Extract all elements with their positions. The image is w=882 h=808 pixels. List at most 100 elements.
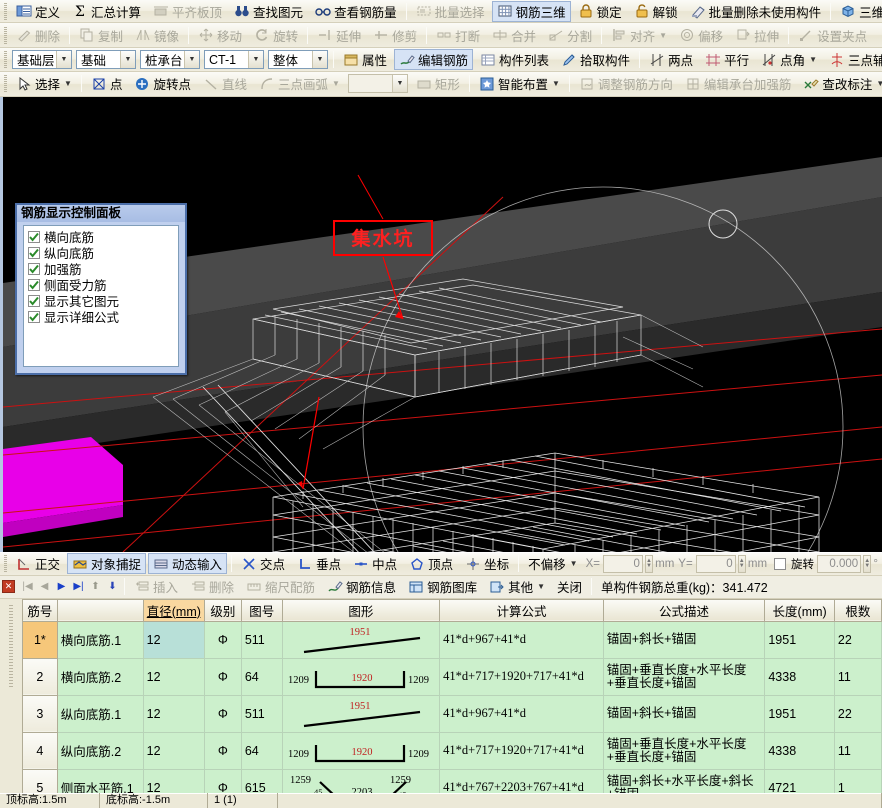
move-up-button[interactable]: ⬆: [87, 578, 104, 595]
edit-set-grip-point-button[interactable]: 设置夹点: [793, 25, 872, 46]
toolbar-grip[interactable]: [4, 75, 7, 92]
cell-grade[interactable]: Φ: [205, 658, 242, 695]
cell-diameter[interactable]: 12: [143, 732, 204, 769]
component-list-button[interactable]: 构件列表: [475, 49, 554, 70]
cell-grade[interactable]: Φ: [205, 732, 242, 769]
cell-figure[interactable]: 1951: [282, 621, 439, 658]
rotate-point-tool-button[interactable]: 旋转点: [129, 73, 196, 94]
cell-length[interactable]: 4721: [765, 769, 835, 793]
cell-figure-number[interactable]: 615: [241, 769, 282, 793]
col-header-formula[interactable]: 计算公式: [440, 599, 604, 621]
edit-copy-button[interactable]: 复制: [74, 25, 128, 46]
close-panel-button[interactable]: 关闭: [552, 576, 587, 597]
edit-cap-rebar-button[interactable]: 编辑承台加强筋: [680, 73, 797, 94]
rebar-display-control-panel[interactable]: 钢筋显示控制面板 横向底筋 纵向底筋 加强筋 侧面受力筋: [15, 203, 187, 375]
cell-formula[interactable]: 41*d+967+41*d: [440, 621, 604, 658]
edit-offset-button[interactable]: 偏移: [674, 25, 728, 46]
y-coord-input[interactable]: 0: [696, 555, 736, 573]
properties-button[interactable]: 属性: [338, 49, 392, 70]
scale-rebar-button[interactable]: 缩尺配筋: [241, 576, 320, 597]
cell-length[interactable]: 1951: [765, 621, 835, 658]
cell-figure-number[interactable]: 64: [241, 732, 282, 769]
y-coord-stepper[interactable]: ▲▼: [738, 555, 746, 573]
checkbox-show-detailed-formula[interactable]: [28, 311, 40, 323]
toolbar-grip[interactable]: [4, 51, 7, 68]
snap-vertex-button[interactable]: 顶点: [404, 553, 458, 574]
toolbar-unlock-button[interactable]: 解锁: [629, 1, 683, 22]
check-annotation-button[interactable]: 查改标注 ▼: [798, 73, 882, 94]
cell-length[interactable]: 1951: [765, 695, 835, 732]
col-header-figure[interactable]: 图形: [282, 599, 439, 621]
col-header-name[interactable]: [57, 599, 143, 621]
cell-figure[interactable]: 1951: [282, 695, 439, 732]
component-type-selector[interactable]: 桩承台 ▼: [140, 50, 200, 69]
chevron-down-icon[interactable]: ▼: [659, 31, 667, 40]
cell-rebar-name[interactable]: 纵向底筋.1: [57, 695, 143, 732]
chevron-down-icon[interactable]: ▼: [312, 51, 327, 68]
checkbox-row[interactable]: 显示详细公式: [28, 309, 176, 325]
cell-figure[interactable]: 1259 45 2203 1259 45: [282, 769, 439, 793]
offset-mode-selector[interactable]: 不偏移 ▼: [523, 553, 582, 574]
rectangle-tool-button[interactable]: 矩形: [411, 73, 465, 94]
cell-formula[interactable]: 41*d+717+1920+717+41*d: [440, 732, 604, 769]
toolbar-batch-select-button[interactable]: 批量选择: [411, 1, 490, 22]
checkbox-side-stress-rebar[interactable]: [28, 279, 40, 291]
toolbar-find-element-button[interactable]: 查找图元: [229, 1, 308, 22]
select-tool-button[interactable]: 选择 ▼: [11, 73, 77, 94]
col-header-grade[interactable]: 级别: [205, 599, 242, 621]
toolbar-3d-view-button[interactable]: 三维 ▼: [835, 1, 882, 22]
toolbar-grip[interactable]: [4, 3, 7, 20]
cell-count[interactable]: 22: [834, 695, 881, 732]
cell-description[interactable]: 锚固+斜长+锚固: [603, 695, 765, 732]
edit-split-button[interactable]: 分割: [543, 25, 597, 46]
chevron-down-icon[interactable]: ▼: [537, 582, 545, 591]
cell-grade[interactable]: Φ: [205, 695, 242, 732]
3d-viewport[interactable]: D C 2 B Z Y 钢筋显示控制面板 横向底筋: [0, 97, 882, 552]
three-point-arc-button[interactable]: 三点画弧 ▼: [254, 73, 345, 94]
table-row[interactable]: 4 纵向底筋.2 12 Φ 64 1209 1920 1209 41*d+717…: [23, 732, 882, 769]
cell-count[interactable]: 1: [834, 769, 881, 793]
checkbox-transverse-bottom-rebar[interactable]: [28, 231, 40, 243]
chevron-down-icon[interactable]: ▼: [809, 55, 817, 64]
row-number[interactable]: 1*: [23, 621, 58, 658]
line-tool-button[interactable]: 直线: [198, 73, 252, 94]
first-record-button[interactable]: |◀: [19, 578, 36, 595]
snap-intersection-button[interactable]: 交点: [236, 553, 290, 574]
chevron-down-icon[interactable]: ▼: [552, 79, 560, 88]
chevron-down-icon[interactable]: ▼: [876, 79, 882, 88]
point-angle-button[interactable]: 点角 ▼: [756, 49, 822, 70]
cell-rebar-name[interactable]: 横向底筋.2: [57, 658, 143, 695]
cell-length[interactable]: 4338: [765, 732, 835, 769]
floor-selector[interactable]: 基础层 ▼: [12, 50, 72, 69]
pick-component-button[interactable]: 拾取构件: [556, 49, 635, 70]
three-point-aux-button[interactable]: 三点辅: [824, 49, 882, 70]
toolbar-grip[interactable]: [4, 555, 7, 572]
chevron-down-icon[interactable]: ▼: [570, 559, 578, 568]
dynamic-input-toggle[interactable]: 动态输入: [148, 553, 227, 574]
other-menu-button[interactable]: 其他 ▼: [484, 576, 550, 597]
toolbar-grip[interactable]: [4, 27, 7, 44]
chevron-down-icon[interactable]: ▼: [392, 75, 407, 92]
row-number[interactable]: 4: [23, 732, 58, 769]
cell-diameter[interactable]: 12: [143, 621, 204, 658]
cell-figure[interactable]: 1209 1920 1209: [282, 658, 439, 695]
smart-layout-button[interactable]: 智能布置 ▼: [474, 73, 565, 94]
prev-record-button[interactable]: ◀: [36, 578, 53, 595]
cell-figure-number[interactable]: 511: [241, 621, 282, 658]
edit-rebar-button[interactable]: 编辑钢筋: [394, 49, 473, 70]
chevron-down-icon[interactable]: ▼: [248, 51, 263, 68]
toolbar-batch-delete-unused-button[interactable]: 批量删除未使用构件: [685, 1, 827, 22]
edit-move-button[interactable]: 移动: [193, 25, 247, 46]
toolbar-align-slab-top-button[interactable]: 平齐板顶: [148, 1, 227, 22]
chevron-down-icon[interactable]: ▼: [332, 79, 340, 88]
cell-description[interactable]: 锚固+垂直长度+水平长度+垂直长度+锚固: [603, 732, 765, 769]
chevron-down-icon[interactable]: ▼: [184, 51, 199, 68]
table-row[interactable]: 3 纵向底筋.1 12 Φ 511 1951 41*d+967+41*d 锚固+…: [23, 695, 882, 732]
x-coord-stepper[interactable]: ▲▼: [645, 555, 653, 573]
parallel-button[interactable]: 平行: [700, 49, 754, 70]
checkbox-longitudinal-bottom-rebar[interactable]: [28, 247, 40, 259]
cell-formula[interactable]: 41*d+717+1920+717+41*d: [440, 658, 604, 695]
toolbar-define-button[interactable]: 定义: [11, 1, 65, 22]
edit-delete-button[interactable]: 删除: [11, 25, 65, 46]
rotate-stepper[interactable]: ▲▼: [863, 555, 871, 573]
